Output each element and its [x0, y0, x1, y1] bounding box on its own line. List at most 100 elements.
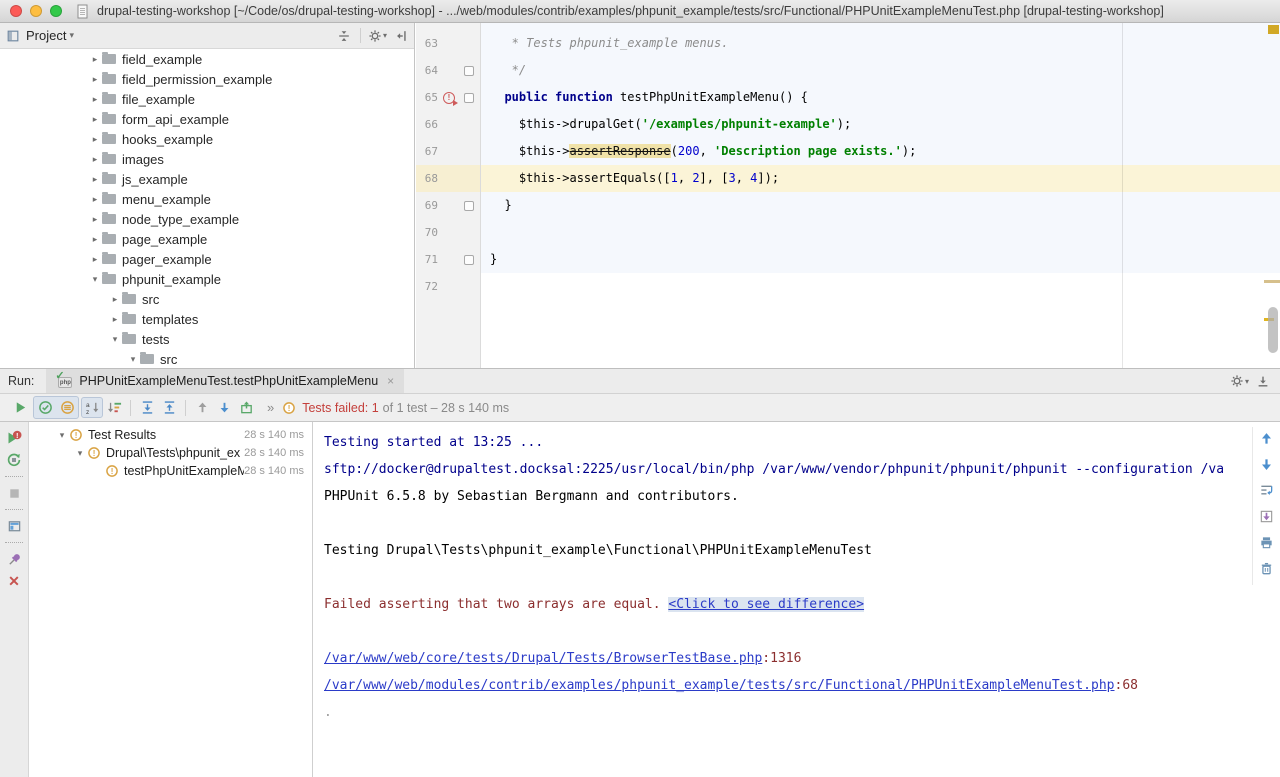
chevron-right-icon[interactable]: ▸ [88, 74, 102, 85]
code-line-63[interactable]: 63 * Tests phpunit_example menus. [416, 30, 1280, 57]
run-toolbar: az»!Tests failed: 1of 1 test – 28 s 140 … [0, 394, 1280, 422]
gear-icon[interactable]: ▾ [1230, 374, 1249, 388]
print-button[interactable] [1258, 534, 1276, 551]
chevron-right-icon[interactable]: ▸ [108, 314, 122, 325]
chevron-right-icon[interactable]: ▸ [88, 154, 102, 165]
project-panel-title[interactable]: Project [26, 28, 66, 43]
chevron-down-icon[interactable]: ▾ [88, 274, 102, 285]
collapse-all-button[interactable] [158, 397, 180, 418]
tree-item-src[interactable]: ▸src [0, 289, 414, 309]
restore-layout-button[interactable] [4, 515, 24, 537]
show-passed-toggle[interactable] [34, 397, 56, 418]
tree-item-js_example[interactable]: ▸js_example [0, 169, 414, 189]
code-line-66[interactable]: 66 $this->drupalGet('/examples/phpunit-e… [416, 111, 1280, 138]
test-console[interactable]: Testing started at 13:25 ...sftp://docke… [313, 422, 1280, 777]
hide-panel-icon[interactable] [394, 29, 408, 43]
tree-item-images[interactable]: ▸images [0, 149, 414, 169]
tree-item-form_api_example[interactable]: ▸form_api_example [0, 109, 414, 129]
tree-item-hooks_example[interactable]: ▸hooks_example [0, 129, 414, 149]
scroll-to-end-button[interactable] [1258, 508, 1276, 525]
hide-run-panel-icon[interactable] [1256, 374, 1270, 388]
code-line-64[interactable]: 64 */ [416, 57, 1280, 84]
chevron-right-icon[interactable]: ▸ [88, 254, 102, 265]
chevron-right-icon[interactable]: ▸ [108, 294, 122, 305]
chevron-right-icon[interactable]: ▸ [88, 54, 102, 65]
tree-item-menu_example[interactable]: ▸menu_example [0, 189, 414, 209]
pin-tab-button[interactable] [4, 548, 24, 570]
error-stripe-status[interactable] [1268, 25, 1279, 34]
test-failed-gutter-icon[interactable]: ! [443, 92, 455, 104]
tree-item-tests[interactable]: ▾tests [0, 329, 414, 349]
tree-item-file_example[interactable]: ▸file_example [0, 89, 414, 109]
console-link[interactable]: /var/www/web/core/tests/Drupal/Tests/Bro… [324, 651, 762, 666]
tree-item-node_type_example[interactable]: ▸node_type_example [0, 209, 414, 229]
gear-icon[interactable]: ▾ [368, 29, 387, 43]
chevron-right-icon[interactable]: ▸ [88, 134, 102, 145]
previous-failed-test-button[interactable] [191, 397, 213, 418]
tree-item-src[interactable]: ▾src [0, 349, 414, 368]
tree-item-pager_example[interactable]: ▸pager_example [0, 249, 414, 269]
clear-console-button[interactable] [1258, 560, 1276, 577]
editor-scrollbar-thumb[interactable] [1268, 307, 1278, 353]
expand-all-button[interactable] [136, 397, 158, 418]
code-line-65[interactable]: 65! public function testPhpUnitExampleMe… [416, 84, 1280, 111]
test-tree-item[interactable]: ▾!Test Results28 s 140 ms [29, 426, 312, 444]
code-line-69[interactable]: 69 } [416, 192, 1280, 219]
tree-item-page_example[interactable]: ▸page_example [0, 229, 414, 249]
run-tab-label: PHPUnitExampleMenuTest.testPhpUnitExampl… [79, 374, 378, 388]
chevron-down-icon[interactable]: ▾ [126, 354, 140, 365]
code-line-67[interactable]: 67 $this->assertResponse(200, 'Descripti… [416, 138, 1280, 165]
toggle-auto-test-button[interactable] [4, 449, 24, 471]
chevron-right-icon[interactable]: ▸ [88, 114, 102, 125]
chevron-right-icon[interactable]: ▸ [88, 174, 102, 185]
chevron-down-icon[interactable]: ▾ [55, 430, 69, 441]
close-tab-icon[interactable]: × [387, 374, 394, 388]
scroll-up-button[interactable] [1258, 430, 1276, 447]
fold-marker-icon[interactable] [464, 93, 474, 103]
code-line-70[interactable]: 70 [416, 219, 1280, 246]
folder-icon [122, 334, 136, 344]
tree-item-field_example[interactable]: ▸field_example [0, 49, 414, 69]
test-tree-item[interactable]: ▾!Drupal\Tests\phpunit_ex28 s 140 ms [29, 444, 312, 462]
console-link[interactable]: /var/www/web/modules/contrib/examples/ph… [324, 678, 1115, 693]
tree-item-phpunit_example[interactable]: ▾phpunit_example [0, 269, 414, 289]
fold-marker-icon[interactable] [464, 66, 474, 76]
chevron-right-icon[interactable]: ▸ [88, 94, 102, 105]
stop-button[interactable] [4, 482, 24, 504]
chevron-down-icon[interactable]: ▾ [73, 448, 87, 459]
chevron-right-icon[interactable]: ▸ [88, 234, 102, 245]
rerun-failed-tests-button[interactable]: ! [4, 427, 24, 449]
code-line-68[interactable]: 68 $this->assertEquals([1, 2], [3, 4]); [416, 165, 1280, 192]
rerun-test-button[interactable] [9, 397, 31, 418]
code-line-72[interactable]: 72 [416, 273, 1280, 300]
sort-alphabetically-toggle[interactable]: az [81, 397, 103, 418]
console-link[interactable]: <Click to see difference> [668, 597, 864, 612]
tree-item-field_permission_example[interactable]: ▸ field_permission_example [0, 69, 414, 89]
code-line-71[interactable]: 71} [416, 246, 1280, 273]
minimize-window-button[interactable] [30, 5, 42, 17]
import-test-results-button[interactable] [235, 397, 257, 418]
close-window-button[interactable] [10, 5, 22, 17]
chevron-right-icon[interactable]: ▸ [88, 194, 102, 205]
scroll-down-button[interactable] [1258, 456, 1276, 473]
tree-item-templates[interactable]: ▸templates [0, 309, 414, 329]
select-opened-file-icon[interactable] [337, 29, 351, 43]
sort-by-duration-button[interactable] [103, 397, 125, 418]
test-tree-item[interactable]: !testPhpUnitExampleM28 s 140 ms [29, 462, 312, 480]
chevron-down-icon[interactable]: ▾ [69, 30, 74, 41]
fold-marker-icon[interactable] [464, 255, 474, 265]
chevron-down-icon[interactable]: ▾ [108, 334, 122, 345]
more-chevrons-icon[interactable]: » [267, 400, 274, 415]
run-tab[interactable]: php✓ PHPUnitExampleMenuTest.testPhpUnitE… [46, 369, 404, 393]
show-ignored-toggle[interactable] [56, 397, 78, 418]
code-editor[interactable]: 63 * Tests phpunit_example menus.64 */65… [416, 23, 1280, 368]
chevron-right-icon[interactable]: ▸ [88, 214, 102, 225]
fold-marker-icon[interactable] [464, 201, 474, 211]
close-button[interactable]: ✕ [4, 570, 24, 592]
tree-item-label: field_permission_example [122, 72, 272, 87]
soft-wrap-toggle[interactable] [1258, 482, 1276, 499]
error-stripe-mark[interactable] [1264, 280, 1280, 283]
next-failed-test-button[interactable] [213, 397, 235, 418]
console-line-4 [324, 510, 1280, 537]
zoom-window-button[interactable] [50, 5, 62, 17]
